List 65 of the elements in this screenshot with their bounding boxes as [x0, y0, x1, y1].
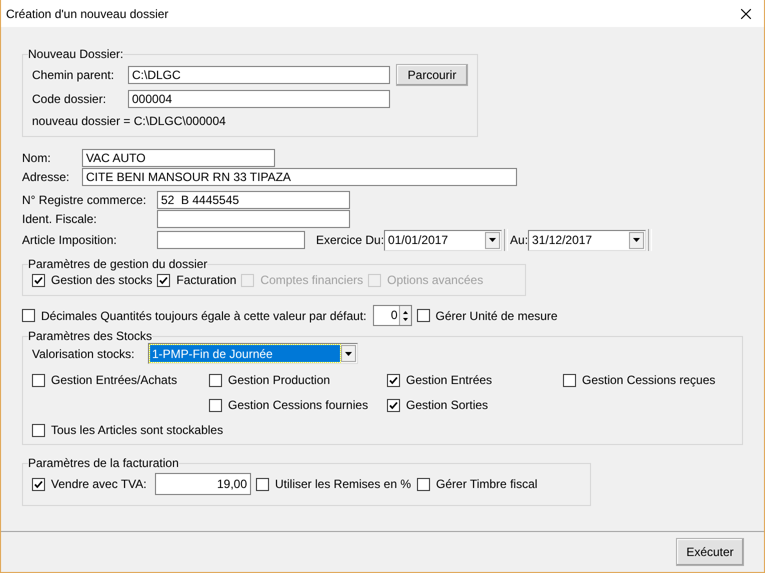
input-field[interactable]: C:\DLGC: [128, 66, 390, 84]
field-label: Nom:: [22, 151, 52, 165]
checkbox-label: Tous les Articles sont stockables: [51, 423, 224, 437]
spin-box[interactable]: 0: [372, 305, 412, 326]
dropdown[interactable]: 31/12/2017: [528, 230, 646, 250]
checkbox-label: Comptes financiers: [260, 273, 364, 287]
caret-icon: [345, 352, 352, 356]
input-field[interactable]: 000004: [128, 90, 390, 108]
checkbox-label: Gestion Entrées/Achats: [51, 373, 178, 387]
input-field[interactable]: [157, 210, 350, 228]
checkbox[interactable]: [32, 374, 45, 386]
dropdown[interactable]: 1-PMP-Fin de Journée: [148, 343, 358, 364]
checkbox-label: Gestion Cessions fournies: [228, 398, 368, 412]
field-label: Valorisation stocks:: [32, 346, 136, 360]
checkbox-label: Vendre avec TVA:: [51, 477, 148, 491]
checkbox-label: Gérer Unité de mesure: [436, 308, 558, 322]
input-field[interactable]: 19,00: [155, 473, 251, 495]
input-field[interactable]: [157, 231, 305, 249]
group-title: Paramètres de la facturation: [28, 456, 179, 470]
checkbox[interactable]: [22, 309, 35, 322]
checkbox[interactable]: [563, 374, 576, 386]
input-field[interactable]: VAC AUTO: [82, 149, 275, 167]
caret-icon: [633, 238, 640, 242]
field-label: Adresse:: [22, 170, 70, 184]
field-label: Ident. Fiscale:: [22, 212, 98, 226]
field-label: Exercice Du:: [316, 233, 384, 247]
path-preview: nouveau dossier = C:\DLGC\000004: [32, 114, 226, 128]
input-field[interactable]: CITE BENI MANSOUR RN 33 TIPAZA: [82, 168, 517, 186]
window-title: Création d'un nouveau dossier: [6, 6, 168, 20]
group-title: Paramètres de gestion du dossier: [28, 257, 208, 271]
checkbox[interactable]: [387, 398, 400, 412]
checkbox-label: Gérer Timbre fiscal: [436, 477, 538, 491]
checkbox-label: Gestion Sorties: [406, 398, 488, 412]
checkbox[interactable]: [209, 398, 222, 412]
checkbox[interactable]: [32, 274, 45, 286]
checkbox-label: Gestion Entrées: [406, 373, 492, 387]
checkbox-label: Décimales Quantités toujours égale à cette valeur par défaut:: [41, 308, 367, 322]
input-field[interactable]: 52 B 4445545: [157, 191, 350, 209]
checkbox-label: Facturation: [176, 273, 236, 287]
checkbox[interactable]: [387, 374, 400, 386]
group-title: Paramètres des Stocks: [28, 329, 152, 343]
checkbox[interactable]: [209, 374, 222, 386]
checkbox-label: Gestion des stocks: [51, 273, 152, 287]
caret-icon: [489, 238, 496, 242]
field-label: Chemin parent:: [32, 68, 116, 82]
checkbox-label: Gestion Production: [228, 373, 330, 387]
checkbox[interactable]: [417, 478, 430, 490]
spin-arrows-icon: [402, 308, 409, 322]
close-icon[interactable]: [741, 8, 751, 18]
checkbox-label: Options avancées: [387, 273, 484, 287]
checkbox[interactable]: [256, 478, 269, 490]
checkbox[interactable]: [32, 478, 45, 490]
browse-button[interactable]: Parcourir: [396, 64, 468, 86]
field-label: Au:: [510, 233, 528, 247]
field-label: Code dossier:: [32, 92, 108, 106]
checkbox[interactable]: [32, 424, 45, 436]
group-title: Nouveau Dossier:: [28, 47, 124, 61]
checkbox[interactable]: [416, 309, 430, 322]
field-label: N° Registre commerce:: [22, 193, 148, 207]
dropdown[interactable]: 01/01/2017: [384, 230, 502, 250]
checkbox[interactable]: [157, 274, 170, 286]
checkbox-label: Gestion Cessions reçues: [582, 373, 716, 387]
field-label: Article Imposition:: [22, 233, 118, 247]
execute-button[interactable]: Exécuter: [676, 538, 744, 566]
checkbox-label: Utiliser les Remises en %: [275, 477, 412, 491]
